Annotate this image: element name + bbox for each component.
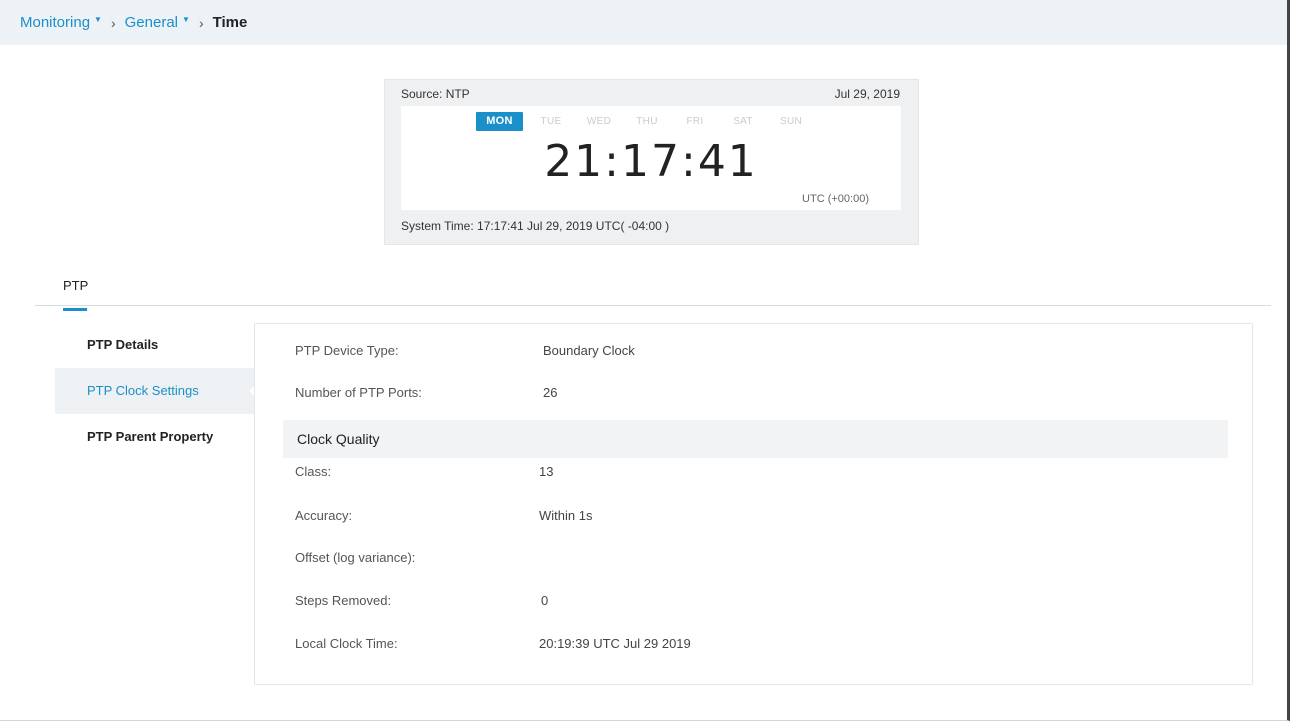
breadcrumb-general-label: General [124, 14, 179, 31]
device-type-label: PTP Device Type: [295, 343, 399, 358]
side-item-ptp-details[interactable]: PTP Details [55, 322, 255, 368]
local-clock-time-label: Local Clock Time: [295, 636, 398, 651]
clock-date: Jul 29, 2019 [834, 87, 900, 101]
tab-divider [35, 305, 1271, 306]
breadcrumb-monitoring[interactable]: Monitoring ▼ [20, 14, 102, 31]
local-clock-time-value: 20:19:39 UTC Jul 29 2019 [539, 636, 691, 651]
day-tue: TUE [540, 116, 562, 127]
accuracy-value: Within 1s [539, 508, 593, 523]
weekday-strip: MON TUE WED THU FRI SAT SUN [476, 112, 815, 131]
day-sat: SAT [733, 116, 753, 127]
system-time: System Time: 17:17:41 Jul 29, 2019 UTC( … [401, 219, 670, 233]
side-item-ptp-clock-settings[interactable]: PTP Clock Settings [55, 368, 256, 414]
steps-removed-label: Steps Removed: [295, 593, 392, 608]
side-item-ptp-parent-property[interactable]: PTP Parent Property [55, 414, 255, 460]
class-label: Class: [295, 464, 332, 479]
caret-down-icon: ▼ [182, 15, 190, 24]
clock-quality-header: Clock Quality [283, 420, 1228, 458]
app-frame: Monitoring ▼ › General ▼ › Time Source: … [0, 0, 1290, 721]
offset-label: Offset (log variance): [295, 550, 416, 565]
num-ports-value: 26 [543, 385, 558, 400]
day-fri: FRI [686, 116, 704, 127]
clock-source: Source: NTP [401, 87, 470, 101]
breadcrumb-current: Time [212, 14, 248, 31]
side-menu: PTP Details PTP Clock Settings PTP Paren… [55, 322, 256, 460]
steps-removed-value: 0 [541, 593, 549, 608]
day-thu: THU [636, 116, 658, 127]
breadcrumb: Monitoring ▼ › General ▼ › Time [0, 0, 1287, 45]
tab-bar: PTP [50, 277, 102, 295]
breadcrumb-monitoring-label: Monitoring [20, 14, 91, 31]
class-value: 13 [539, 464, 554, 479]
ptp-clock-settings-panel: PTP Device Type: Boundary Clock Number o… [254, 323, 1253, 685]
device-type-value: Boundary Clock [543, 343, 635, 358]
clock-display: MON TUE WED THU FRI SAT SUN 21:17:41 UTC… [401, 106, 901, 210]
chevron-right-icon: › [198, 14, 204, 31]
day-mon: MON [476, 112, 523, 131]
clock-timezone: UTC (+00:00) [802, 193, 869, 205]
breadcrumb-general[interactable]: General ▼ [125, 14, 190, 31]
clock-time: 21:17:41 [544, 136, 758, 187]
day-wed: WED [586, 116, 612, 127]
num-ports-label: Number of PTP Ports: [295, 385, 422, 400]
accuracy-label: Accuracy: [295, 508, 353, 523]
chevron-right-icon: › [110, 14, 116, 31]
day-sun: SUN [779, 116, 802, 127]
clock-card: Source: NTP Jul 29, 2019 MON TUE WED THU… [384, 79, 919, 245]
tab-ptp[interactable]: PTP [50, 278, 102, 301]
caret-down-icon: ▼ [94, 15, 102, 24]
